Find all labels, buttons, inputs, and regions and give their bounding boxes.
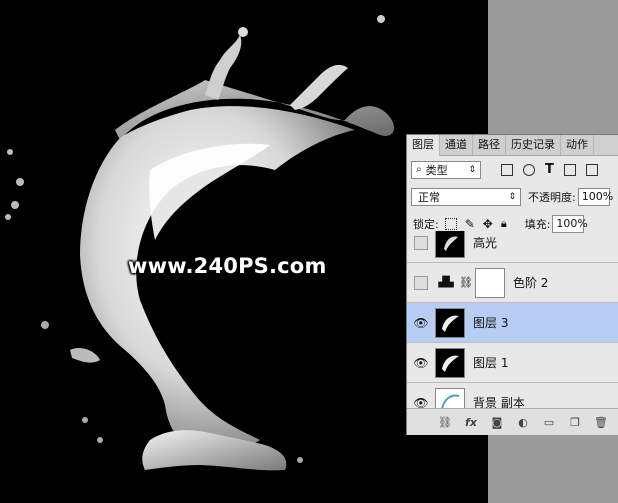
opacity-label: 不透明度: [528, 190, 576, 204]
filter-kind-label: 类型 [425, 163, 448, 177]
layer-row[interactable]: 👁︎ 图层 3 [407, 303, 618, 343]
layer-name: 背景 副本 [473, 396, 525, 409]
blend-row: 正常 ⇕ 不透明度: 100% [407, 183, 618, 210]
tab-actions[interactable]: 动作 [561, 135, 594, 155]
new-adjustment-icon[interactable]: ◐ [515, 415, 531, 429]
fx-button[interactable]: fx [463, 415, 479, 429]
eye-icon[interactable]: 👁︎ [413, 396, 428, 410]
layer-thumbnail [435, 231, 465, 258]
lock-paint-icon[interactable]: ✎ [465, 217, 475, 231]
opacity-input[interactable]: 100% [577, 187, 613, 206]
blend-mode-label: 正常 [418, 190, 440, 204]
delete-layer-icon[interactable]: 🗑︎ [593, 415, 609, 429]
fill-label: 填充: [524, 217, 551, 231]
chevron-updown-icon: ⇕ [468, 164, 476, 175]
panel-footer: ⛓ fx ◙ ◐ ▭ ❐ 🗑︎ [407, 408, 618, 435]
visibility-toggle[interactable] [414, 235, 428, 250]
search-icon: ⌕ [416, 164, 422, 175]
fill-input[interactable]: 100% [552, 214, 588, 233]
layer-thumbnail [435, 347, 465, 378]
tab-paths[interactable]: 路径 [473, 135, 506, 155]
add-mask-icon[interactable]: ◙ [489, 415, 505, 429]
levels-adjustment-icon: ▟▙ [438, 277, 454, 288]
link-layers-icon[interactable]: ⛓ [437, 415, 453, 429]
layer-row[interactable]: 👁︎ 图层 1 [407, 343, 618, 383]
layer-thumbnail [435, 387, 465, 409]
tab-history[interactable]: 历史记录 [506, 135, 561, 155]
shape-filter-icon[interactable] [563, 163, 576, 176]
eye-icon[interactable]: 👁︎ [413, 316, 428, 330]
filter-kind-select[interactable]: ⌕ 类型 ⇕ [411, 160, 481, 179]
link-chain-icon: ⛓ [459, 276, 473, 289]
visibility-toggle[interactable] [414, 275, 428, 290]
layer-thumbnail [435, 307, 465, 338]
layer-row[interactable]: 👁︎ 背景 副本 [407, 383, 618, 409]
layer-name: 高光 [473, 236, 498, 250]
layer-mask-thumbnail [474, 267, 505, 298]
new-layer-icon[interactable]: ❐ [567, 415, 583, 429]
lock-transparency-icon[interactable] [444, 217, 457, 230]
layer-name: 图层 1 [473, 356, 509, 370]
layer-name: 色阶 2 [512, 276, 549, 290]
filter-row: ⌕ 类型 ⇕ T [407, 156, 618, 183]
type-filter-icon[interactable]: T [545, 162, 554, 177]
layer-row[interactable]: ▟▙ ⛓ 色阶 2 [407, 263, 618, 303]
lock-all-icon[interactable]: 🔒︎ [501, 217, 507, 231]
panel-tabs: 图层 通道 路径 历史记录 动作 [407, 135, 618, 156]
new-group-icon[interactable]: ▭ [541, 415, 557, 429]
layer-row[interactable]: 高光 [407, 231, 618, 263]
eye-icon[interactable]: 👁︎ [413, 356, 428, 370]
layers-panel: 图层 通道 路径 历史记录 动作 ⌕ 类型 ⇕ T 正常 ⇕ 不透明度: 100… [406, 134, 618, 435]
lock-move-icon[interactable]: ✥ [483, 217, 493, 231]
blend-mode-select[interactable]: 正常 ⇕ [411, 187, 521, 206]
layer-list: 高光 ▟▙ ⛓ 色阶 2 👁︎ 图层 3 👁︎ 图层 1 👁︎ 背景 副本 [407, 231, 618, 409]
tab-channels[interactable]: 通道 [440, 135, 473, 155]
chevron-updown-icon: ⇕ [508, 191, 516, 202]
watermark-text: www.240PS.com [128, 254, 327, 278]
adjustment-filter-icon[interactable] [523, 163, 535, 176]
lock-label: 锁定: [413, 217, 439, 231]
layer-name: 图层 3 [473, 316, 509, 330]
image-filter-icon[interactable] [501, 163, 513, 176]
tab-layers[interactable]: 图层 [407, 135, 440, 156]
smart-object-filter-icon[interactable] [585, 163, 598, 176]
